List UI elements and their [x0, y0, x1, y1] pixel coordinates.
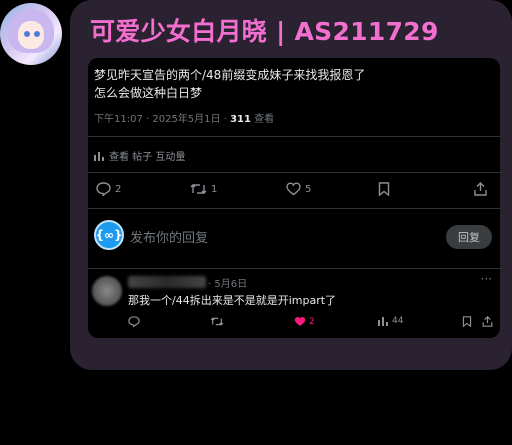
bookmark-icon: [462, 316, 472, 327]
comment-like-count: 2: [309, 316, 315, 327]
divider: [88, 136, 500, 137]
share-button[interactable]: [474, 182, 487, 196]
comment-views[interactable]: 44: [378, 316, 403, 326]
more-options-icon[interactable]: ···: [481, 272, 492, 286]
reply-count: 2: [115, 183, 122, 195]
reply-avatar: {∞}: [94, 220, 124, 250]
share-icon: [474, 182, 487, 196]
comment-bookmark-button[interactable]: [462, 316, 472, 327]
view-engagement-link[interactable]: 查看 帖子 互动量: [94, 148, 185, 163]
comment-reply-button[interactable]: [128, 316, 140, 327]
bookmark-icon: [378, 182, 390, 196]
post-views-label: 查看: [250, 114, 275, 125]
divider: [88, 208, 500, 209]
analytics-icon: [94, 151, 105, 161]
analytics-icon: [378, 316, 389, 326]
post-meta: 下午11:07 · 2025年5月1日 · 311 查看: [94, 110, 274, 125]
reply-button[interactable]: 2: [96, 182, 121, 196]
page-title: 可爱少女白月晓 | AS211729: [90, 17, 439, 46]
like-button[interactable]: 5: [286, 182, 311, 196]
comment-views-count: 44: [392, 316, 404, 326]
repost-icon: [190, 182, 207, 196]
commenter-name-blurred[interactable]: [128, 276, 206, 288]
share-icon: [482, 316, 493, 327]
post-text: 梦见昨天宣告的两个/48前缀变成妹子来找我报恩了 怎么会做这种白日梦: [94, 66, 494, 102]
engagement-label: 查看 帖子 互动量: [109, 152, 186, 163]
reply-composer: {∞} 发布你的回复 回复: [88, 212, 500, 262]
commenter-avatar[interactable]: [92, 276, 122, 306]
comment-date: · 5月6日: [208, 279, 248, 290]
post-text-line-1: 梦见昨天宣告的两个/48前缀变成妹子来找我报恩了: [94, 68, 366, 82]
repost-count: 1: [211, 183, 218, 195]
embedded-post-card[interactable]: 梦见昨天宣告的两个/48前缀变成妹子来找我报恩了 怎么会做这种白日梦 下午11:…: [88, 58, 500, 338]
like-count: 5: [305, 183, 312, 195]
divider: [88, 172, 500, 173]
comment-share-button[interactable]: [482, 316, 493, 327]
comment-actions: 2 44: [88, 316, 500, 332]
message-bubble: 可爱少女白月晓 | AS211729 梦见昨天宣告的两个/48前缀变成妹子来找我…: [70, 0, 512, 370]
avatar-face: [18, 21, 44, 49]
post-time: 下午11:07 · 2025年5月1日 ·: [94, 114, 231, 125]
repost-icon: [210, 316, 224, 327]
repost-button[interactable]: 1: [190, 182, 217, 196]
comment-item[interactable]: · 5月6日 ··· 那我一个/44拆出来是不是就是开impart了 2 44: [88, 270, 500, 338]
comment-text: 那我一个/44拆出来是不是就是开impart了: [128, 294, 337, 307]
reply-icon: [128, 316, 140, 327]
bookmark-button[interactable]: [378, 182, 390, 196]
avatar-eye-left: [24, 31, 30, 37]
post-views-count: 311: [230, 114, 251, 125]
reply-submit-button[interactable]: 回复: [446, 225, 492, 249]
post-actions: 2 1 5: [88, 176, 500, 206]
avatar-eye-right: [34, 31, 40, 37]
post-text-line-2: 怎么会做这种白日梦: [94, 86, 203, 100]
divider: [88, 268, 500, 269]
reply-icon: [96, 182, 111, 196]
heart-filled-icon: [294, 316, 306, 327]
comment-like-button[interactable]: 2: [294, 316, 315, 327]
reply-input[interactable]: 发布你的回复: [130, 227, 208, 246]
heart-icon: [286, 182, 301, 196]
comment-repost-button[interactable]: [210, 316, 224, 327]
user-avatar[interactable]: [0, 3, 62, 65]
